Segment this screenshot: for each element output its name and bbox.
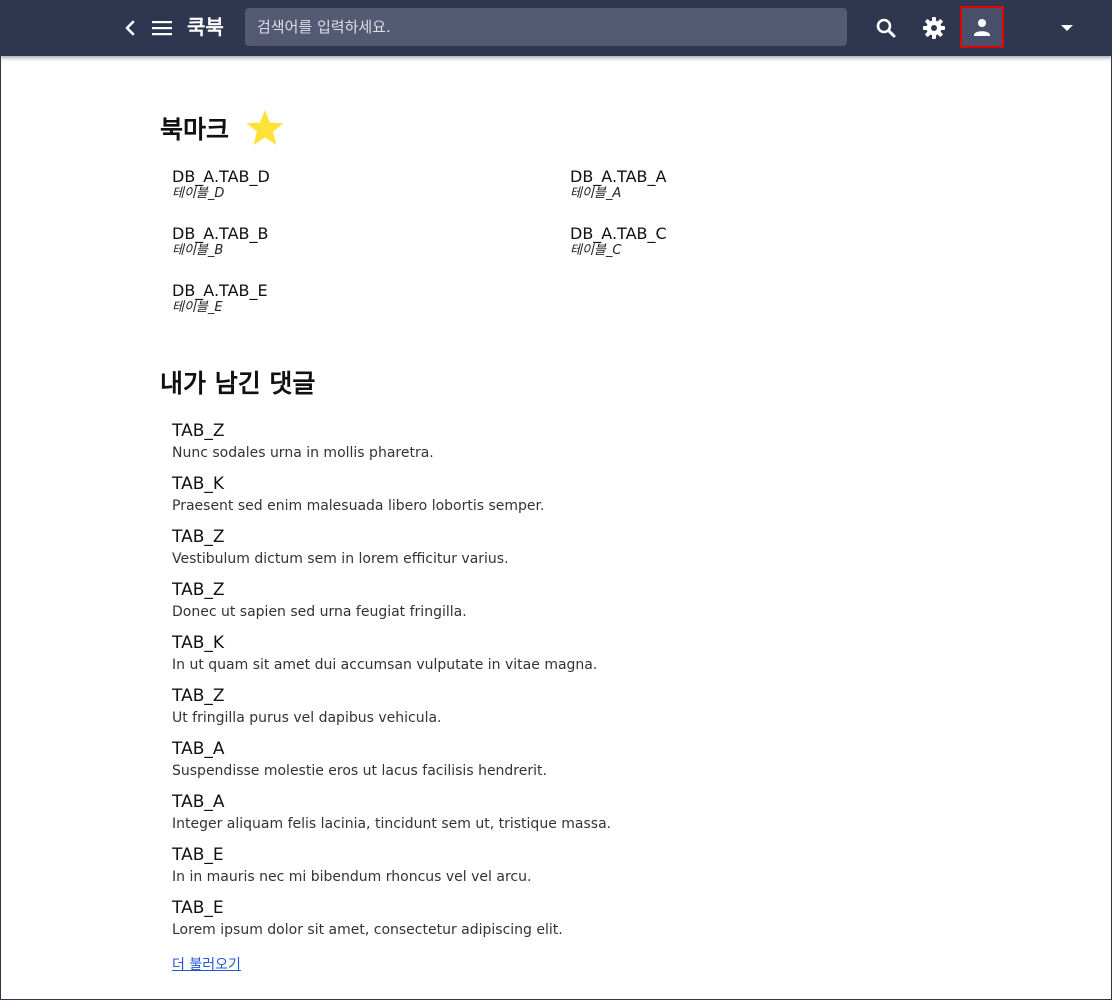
comment-text: Donec ut sapien sed urna feugiat fringil… — [172, 604, 467, 620]
comment-table-link[interactable]: TAB_E — [172, 844, 872, 866]
comment-table-link[interactable]: TAB_K — [172, 632, 872, 654]
my-comments-heading: 내가 남긴 댓글 — [160, 369, 316, 398]
bookmark-name: DB_A.TAB_E — [172, 281, 268, 300]
main-content: 북마크 DB_A.TAB_D 테이블_D DB_A.TAB_A 테이블_A DB… — [0, 56, 1112, 1000]
comment-table-link[interactable]: TAB_E — [172, 897, 872, 919]
search-icon[interactable] — [874, 16, 898, 40]
comment-table-link[interactable]: TAB_Z — [172, 526, 872, 548]
comment-item: TAB_E Lorem ipsum dolor sit amet, consec… — [172, 897, 872, 945]
hamburger-menu-icon[interactable] — [150, 16, 174, 40]
search-input[interactable] — [257, 8, 807, 46]
comment-item: TAB_K Praesent sed enim malesuada libero… — [172, 473, 872, 521]
bookmark-item[interactable]: DB_A.TAB_D 테이블_D — [172, 168, 472, 212]
load-more-link[interactable]: 더 불러오기 — [172, 954, 241, 974]
comment-text: In ut quam sit amet dui accumsan vulputa… — [172, 657, 598, 673]
gear-icon[interactable] — [922, 16, 946, 40]
comment-table-link[interactable]: TAB_Z — [172, 420, 872, 442]
top-app-bar: 쿡북 — [0, 0, 1112, 56]
comment-table-link[interactable]: TAB_A — [172, 738, 872, 760]
comment-item: TAB_Z Nunc sodales urna in mollis pharet… — [172, 420, 872, 468]
search-bar — [245, 8, 1073, 46]
person-icon — [974, 19, 990, 36]
comment-item: TAB_A Suspendisse molestie eros ut lacus… — [172, 738, 872, 786]
comment-table-link[interactable]: TAB_K — [172, 473, 872, 495]
bookmark-description: 테이블_A — [570, 186, 622, 201]
comment-text: Integer aliquam felis lacinia, tincidunt… — [172, 816, 612, 832]
comment-item: TAB_A Integer aliquam felis lacinia, tin… — [172, 791, 872, 839]
comment-text: Praesent sed enim malesuada libero lobor… — [172, 498, 545, 514]
caret-down-icon[interactable] — [1057, 22, 1077, 34]
bookmark-item[interactable]: DB_A.TAB_B 테이블_B — [172, 225, 472, 269]
comment-table-link[interactable]: TAB_Z — [172, 579, 872, 601]
bookmark-item[interactable]: DB_A.TAB_A 테이블_A — [570, 168, 870, 212]
bookmark-name: DB_A.TAB_A — [570, 167, 667, 186]
app-title[interactable]: 쿡북 — [187, 12, 224, 42]
bookmark-description: 테이블_B — [172, 243, 224, 258]
comment-item: TAB_E In in mauris nec mi bibendum rhonc… — [172, 844, 872, 892]
chevron-left-icon[interactable] — [119, 16, 141, 40]
bookmark-description: 테이블_E — [172, 300, 223, 315]
comment-text: Lorem ipsum dolor sit amet, consectetur … — [172, 922, 563, 938]
comment-text: In in mauris nec mi bibendum rhoncus vel… — [172, 869, 532, 885]
account-button[interactable] — [960, 6, 1004, 48]
bookmark-description: 테이블_C — [570, 243, 622, 258]
comment-item: TAB_Z Vestibulum dictum sem in lorem eff… — [172, 526, 872, 574]
bookmark-name: DB_A.TAB_D — [172, 167, 270, 186]
comment-item: TAB_K In ut quam sit amet dui accumsan v… — [172, 632, 872, 680]
comment-text: Vestibulum dictum sem in lorem efficitur… — [172, 551, 509, 567]
comment-text: Suspendisse molestie eros ut lacus facil… — [172, 763, 547, 779]
comment-table-link[interactable]: TAB_A — [172, 791, 872, 813]
bookmark-item[interactable]: DB_A.TAB_E 테이블_E — [172, 282, 472, 326]
bookmark-name: DB_A.TAB_C — [570, 224, 667, 243]
comment-table-link[interactable]: TAB_Z — [172, 685, 872, 707]
comment-item: TAB_Z Ut fringilla purus vel dapibus veh… — [172, 685, 872, 733]
comment-text: Nunc sodales urna in mollis pharetra. — [172, 445, 434, 461]
bookmark-description: 테이블_D — [172, 186, 225, 201]
bookmarks-heading: 북마크 — [160, 115, 230, 144]
bookmark-item[interactable]: DB_A.TAB_C 테이블_C — [570, 225, 870, 269]
star-icon — [246, 110, 284, 145]
bookmark-name: DB_A.TAB_B — [172, 224, 269, 243]
comment-text: Ut fringilla purus vel dapibus vehicula. — [172, 710, 442, 726]
comment-item: TAB_Z Donec ut sapien sed urna feugiat f… — [172, 579, 872, 627]
